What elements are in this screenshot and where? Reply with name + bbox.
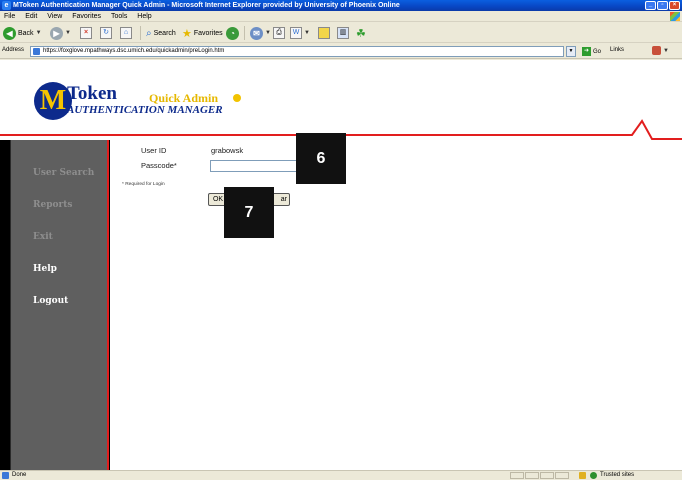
close-button[interactable]: ×: [669, 1, 680, 10]
edit-dropdown-icon[interactable]: ▼: [304, 30, 310, 36]
print-icon: ⎙: [273, 27, 285, 39]
stop-button[interactable]: ×: [80, 26, 92, 40]
favorites-star-icon: ★: [182, 27, 192, 40]
mail-icon: ✉: [250, 26, 263, 40]
home-button[interactable]: ⌂: [120, 26, 132, 40]
history-icon: ◔: [226, 26, 239, 40]
refresh-icon: ↻: [100, 27, 112, 39]
menu-file[interactable]: File: [0, 11, 19, 22]
favorites-button[interactable]: ★ Favorites: [182, 26, 223, 40]
window-controls: _ ▫ ×: [645, 1, 680, 10]
forward-button[interactable]: ▶ ▼: [50, 26, 71, 40]
discuss-button[interactable]: [318, 26, 330, 40]
back-label: Back: [18, 29, 34, 37]
address-dropdown-icon[interactable]: ▼: [566, 46, 576, 57]
menu-help[interactable]: Help: [133, 11, 155, 22]
windows-logo-icon: [670, 12, 680, 21]
brand-dot-icon: [233, 94, 241, 102]
browser-window: e MToken Authentication Manager Quick Ad…: [0, 0, 682, 480]
address-bar: Address https://foxglove.mpathways.dsc.u…: [0, 44, 682, 59]
toolbar-separator: [244, 26, 245, 40]
sidebar-item-reports: Reports: [33, 200, 73, 210]
messenger-button[interactable]: ☘: [356, 26, 366, 40]
ie-logo-icon: e: [2, 1, 11, 10]
refresh-button[interactable]: ↻: [100, 26, 112, 40]
go-label: Go: [593, 48, 602, 55]
title-bar: e MToken Authentication Manager Quick Ad…: [0, 0, 682, 11]
print-button[interactable]: ⎙: [273, 26, 285, 40]
go-button[interactable]: ➜ Go: [582, 46, 601, 57]
user-id-value: grabowsk: [211, 146, 244, 155]
address-url: https://foxglove.mpathways.dsc.umich.edu…: [43, 48, 225, 54]
sidebar: User Search Reports Exit Help Logout: [10, 140, 109, 470]
required-note: * Required for Login: [122, 182, 165, 187]
menu-bar: File Edit View Favorites Tools Help: [0, 11, 682, 22]
research-icon: ▥: [337, 27, 349, 39]
security-zone-text: Trusted sites: [600, 472, 635, 478]
go-arrow-icon: ➜: [582, 47, 591, 56]
discuss-icon: [318, 27, 330, 39]
menu-edit[interactable]: Edit: [21, 11, 41, 22]
page-done-icon: [2, 472, 9, 479]
passcode-input[interactable]: [210, 160, 298, 172]
status-bar: Done Trusted sites: [0, 470, 682, 480]
sidebar-item-user-search: User Search: [33, 168, 95, 178]
messenger-icon: ☘: [356, 27, 366, 40]
address-label: Address: [2, 47, 25, 53]
minimize-button[interactable]: _: [645, 1, 656, 10]
search-icon: ⌕: [146, 27, 152, 39]
user-id-label: User ID: [141, 146, 167, 155]
favorites-label: Favorites: [193, 29, 223, 37]
callout-7: 7: [224, 187, 274, 238]
toolbar-extension-icon: [652, 46, 661, 55]
extra-toolbar[interactable]: ▼: [652, 46, 669, 55]
menu-favorites[interactable]: Favorites: [68, 11, 105, 22]
lock-icon: [579, 472, 586, 479]
mail-button[interactable]: ✉ ▼: [250, 26, 271, 40]
restore-button[interactable]: ▫: [657, 1, 668, 10]
back-button[interactable]: ◀ Back ▼: [3, 26, 42, 40]
sidebar-item-exit: Exit: [33, 232, 53, 242]
word-edit-icon: W: [290, 27, 302, 39]
sidebar-item-logout[interactable]: Logout: [33, 296, 68, 307]
forward-arrow-icon: ▶: [50, 26, 63, 40]
back-dropdown-icon[interactable]: ▼: [36, 30, 42, 36]
mail-dropdown-icon[interactable]: ▼: [265, 30, 271, 36]
history-button[interactable]: ◔: [226, 26, 239, 40]
toolbar-separator: [140, 26, 141, 40]
page-viewport: M Token Quick Admin AUTHENTICATION MANAG…: [0, 60, 682, 470]
forward-dropdown-icon[interactable]: ▼: [65, 30, 71, 36]
search-label: Search: [153, 29, 176, 37]
address-input[interactable]: https://foxglove.mpathways.dsc.umich.edu…: [30, 46, 564, 57]
menu-view[interactable]: View: [43, 11, 66, 22]
status-text: Done: [12, 472, 27, 478]
search-button[interactable]: ⌕ Search: [146, 26, 176, 40]
menu-tools[interactable]: Tools: [107, 11, 131, 22]
passcode-label: Passcode*: [141, 161, 177, 170]
edit-button[interactable]: W ▼: [290, 26, 310, 40]
status-panes: [510, 472, 569, 479]
research-button[interactable]: ▥: [337, 26, 349, 40]
brand-token: Token: [67, 83, 117, 104]
page-icon: [33, 48, 40, 55]
links-button[interactable]: Links: [610, 47, 624, 53]
toolbar: ◀ Back ▼ ▶ ▼ × ↻ ⌂ ⌕ Search ★ Favorites …: [0, 23, 682, 43]
callout-6: 6: [296, 133, 346, 184]
trusted-zone-icon: [590, 472, 597, 479]
home-icon: ⌂: [120, 27, 132, 39]
sidebar-item-help[interactable]: Help: [33, 264, 57, 275]
extension-dropdown-icon[interactable]: ▼: [663, 48, 669, 54]
window-title: MToken Authentication Manager Quick Admi…: [13, 2, 400, 9]
stop-icon: ×: [80, 27, 92, 39]
back-arrow-icon: ◀: [3, 26, 16, 40]
